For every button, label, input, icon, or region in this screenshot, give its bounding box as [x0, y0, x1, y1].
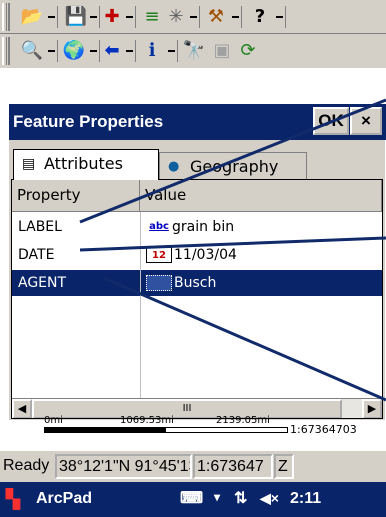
status-bar: Ready 38°12'1"N 91°45'13"W 1:673647 Z — [0, 451, 386, 482]
scalebar-left-label: 0mi — [44, 415, 63, 426]
scalebar-scale: 1:67364703 — [290, 423, 357, 436]
coordinates-field: 38°12'1"N 91°45'13"W — [55, 454, 192, 479]
table-icon: ▤ — [22, 156, 36, 172]
connectivity-icon[interactable]: ⇅ — [234, 488, 247, 508]
scalebar-right-label: 2139.05mi — [216, 415, 270, 426]
zoom-field[interactable]: Z — [274, 454, 294, 479]
scalebar-graphic — [44, 427, 288, 433]
clock[interactable]: 2:11 — [290, 490, 321, 508]
scalebar: 0mi 1069.53mi 2139.05mi 1:67364703 — [0, 415, 386, 451]
keyboard-icon[interactable]: ⌨ — [180, 488, 203, 508]
taskbar: ▚ ArcPad ⌨ ▾ ⇅ ◀× 2:11 — [0, 482, 386, 517]
active-app-title[interactable]: ArcPad — [36, 490, 92, 508]
tab-label: Attributes — [44, 154, 123, 173]
volume-icon[interactable]: ◀× — [260, 490, 279, 507]
status-text: Ready — [3, 457, 50, 474]
scalebar-mid-label: 1069.53mi — [120, 415, 174, 426]
windows-start-icon[interactable]: ▚ — [6, 488, 28, 510]
input-dropdown-icon[interactable]: ▾ — [214, 490, 220, 504]
scale-field[interactable]: 1:673647 — [193, 454, 273, 479]
tab-attributes[interactable]: ▤ Attributes — [13, 149, 159, 180]
